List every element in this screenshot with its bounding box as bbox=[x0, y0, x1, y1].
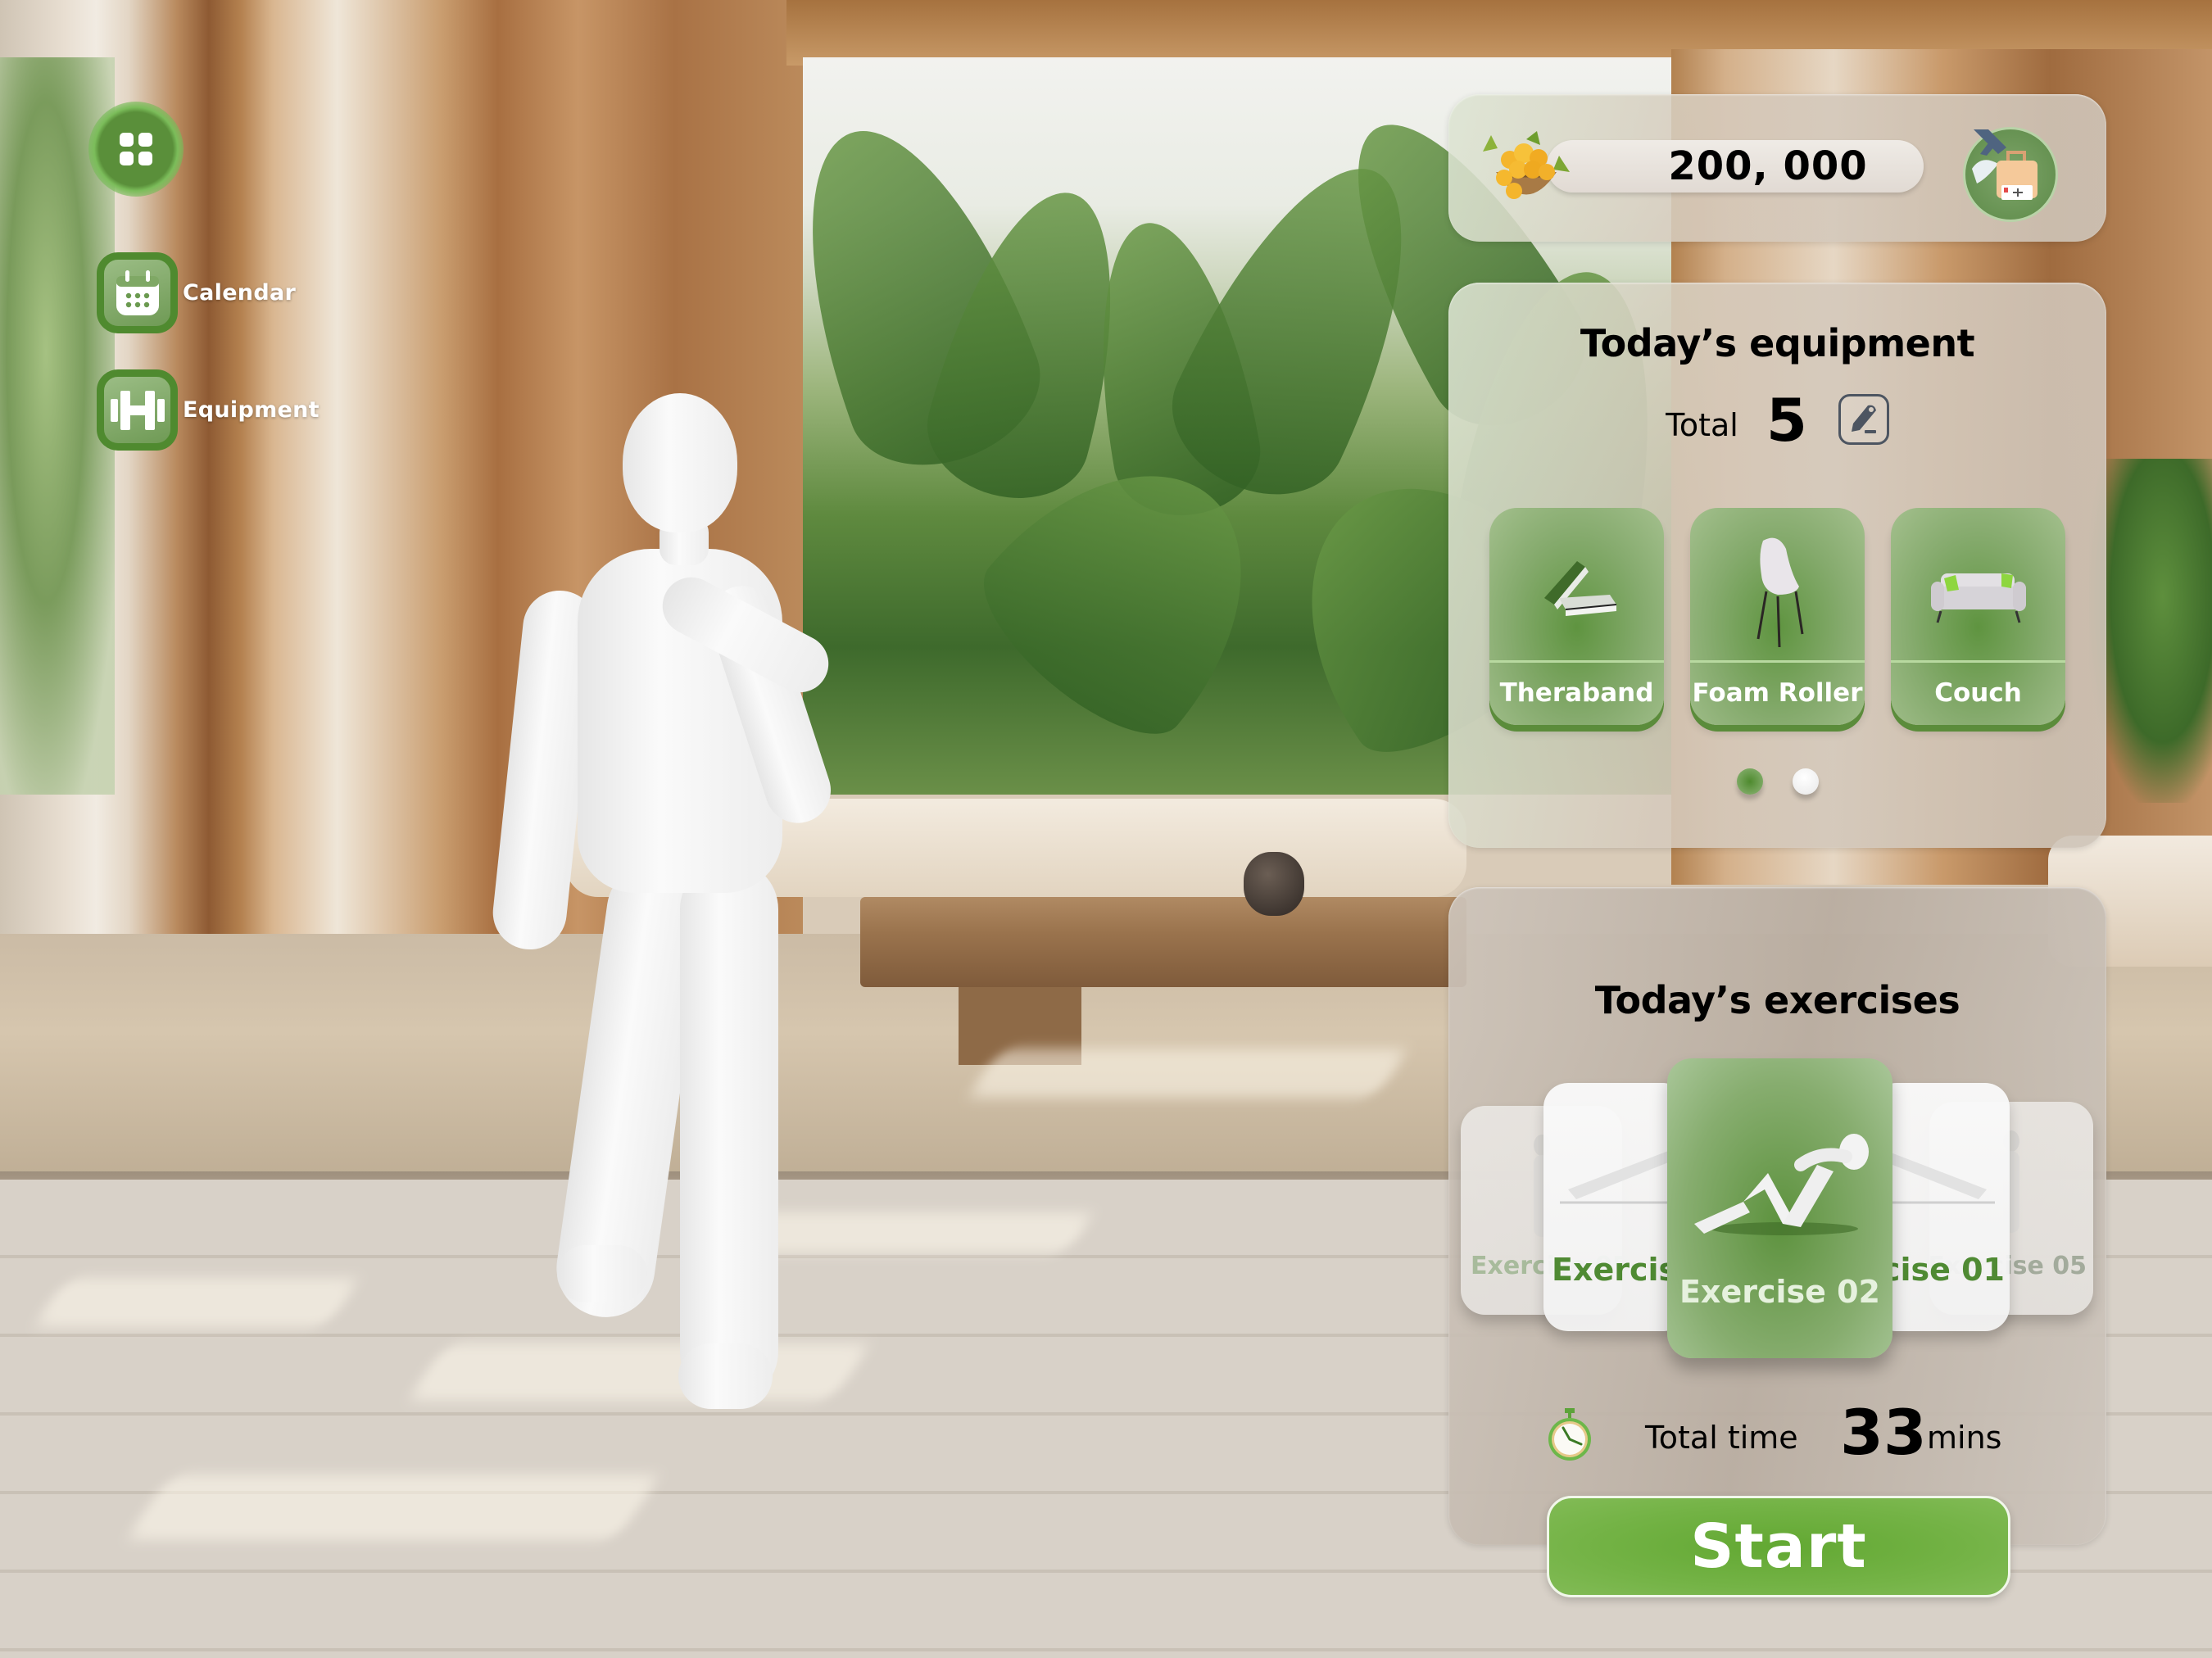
coffee-table bbox=[860, 897, 1466, 987]
sidebar-item-equipment[interactable]: Equipment bbox=[97, 369, 320, 451]
total-time-value: 33 bbox=[1840, 1396, 1927, 1469]
plant-right bbox=[2089, 459, 2212, 803]
currency-display: 200, 000 bbox=[1547, 140, 1924, 193]
exercise-card-right[interactable]: Exercise 01 bbox=[1872, 1083, 2010, 1331]
start-button[interactable]: Start bbox=[1547, 1496, 2010, 1597]
exercises-panel: Today’s exercises Exercise 05 Exercise 0… bbox=[1448, 887, 2106, 1597]
total-value: 5 bbox=[1766, 386, 1807, 455]
sidebar-item-calendar[interactable]: Calendar bbox=[97, 252, 296, 333]
equipment-pagination bbox=[1448, 768, 2106, 795]
situp-figure-icon bbox=[1693, 1134, 1869, 1235]
books-icon bbox=[1520, 532, 1634, 647]
sidebar-item-label: Equipment bbox=[183, 397, 320, 423]
exercise-carousel: Exercise 05 Exercise 05 Exercise Exerc bbox=[1448, 887, 2106, 1379]
equipment-label: Foam Roller bbox=[1692, 678, 1863, 708]
dumbbell-icon bbox=[97, 369, 178, 451]
equipment-panel: Today’s equipment Total 5 Theraband Foam… bbox=[1448, 283, 2106, 848]
equipment-card-foam-roller[interactable]: Foam Roller bbox=[1690, 508, 1865, 725]
home-menu-button[interactable] bbox=[88, 102, 184, 197]
total-time-label: Total time bbox=[1645, 1420, 1798, 1456]
exercise-label: Exercise 02 bbox=[1679, 1274, 1881, 1310]
currency-value: 200, 000 bbox=[1668, 143, 1868, 189]
sidebar-item-label: Calendar bbox=[183, 280, 297, 306]
exercise-card-left[interactable]: Exercise bbox=[1543, 1083, 1688, 1331]
avatar-mannequin bbox=[489, 385, 885, 1434]
equipment-list: Theraband Foam Roller Couch bbox=[1489, 508, 2065, 725]
exercise-card-selected[interactable]: Exercise 02 bbox=[1667, 1058, 1892, 1358]
fruit-basket-icon bbox=[1481, 127, 1571, 209]
stopwatch-icon bbox=[1548, 1408, 1591, 1461]
edit-equipment-button[interactable] bbox=[1838, 394, 1889, 445]
total-time-unit: mins bbox=[1927, 1420, 2002, 1456]
exercise-label: Exercise 01 bbox=[1872, 1252, 2005, 1288]
sofa-icon bbox=[1921, 532, 2036, 647]
page-dot-1[interactable] bbox=[1736, 768, 1763, 795]
travel-suitcase-icon bbox=[1972, 125, 2037, 200]
calendar-icon bbox=[97, 252, 178, 333]
grid-icon bbox=[120, 133, 152, 165]
total-label: Total bbox=[1666, 407, 1738, 443]
total-time-row: Total time 33 mins bbox=[1448, 1395, 2106, 1469]
equipment-card-theraband[interactable]: Theraband bbox=[1489, 508, 1664, 725]
equipment-total-row: Total 5 bbox=[1448, 391, 2106, 450]
equipment-label: Couch bbox=[1934, 678, 2022, 708]
page-dot-2[interactable] bbox=[1792, 768, 1819, 795]
exercise-label: Exercise bbox=[1552, 1252, 1688, 1288]
equipment-label: Theraband bbox=[1499, 678, 1654, 708]
travel-button[interactable] bbox=[1963, 125, 2058, 222]
currency-panel: 200, 000 bbox=[1448, 94, 2106, 242]
vase bbox=[1244, 852, 1304, 916]
equipment-title: Today’s equipment bbox=[1580, 321, 1975, 365]
equipment-card-couch[interactable]: Couch bbox=[1891, 508, 2065, 725]
start-button-label: Start bbox=[1690, 1511, 1867, 1582]
chair-icon bbox=[1720, 532, 1835, 648]
edit-pencil-icon bbox=[1851, 405, 1876, 433]
